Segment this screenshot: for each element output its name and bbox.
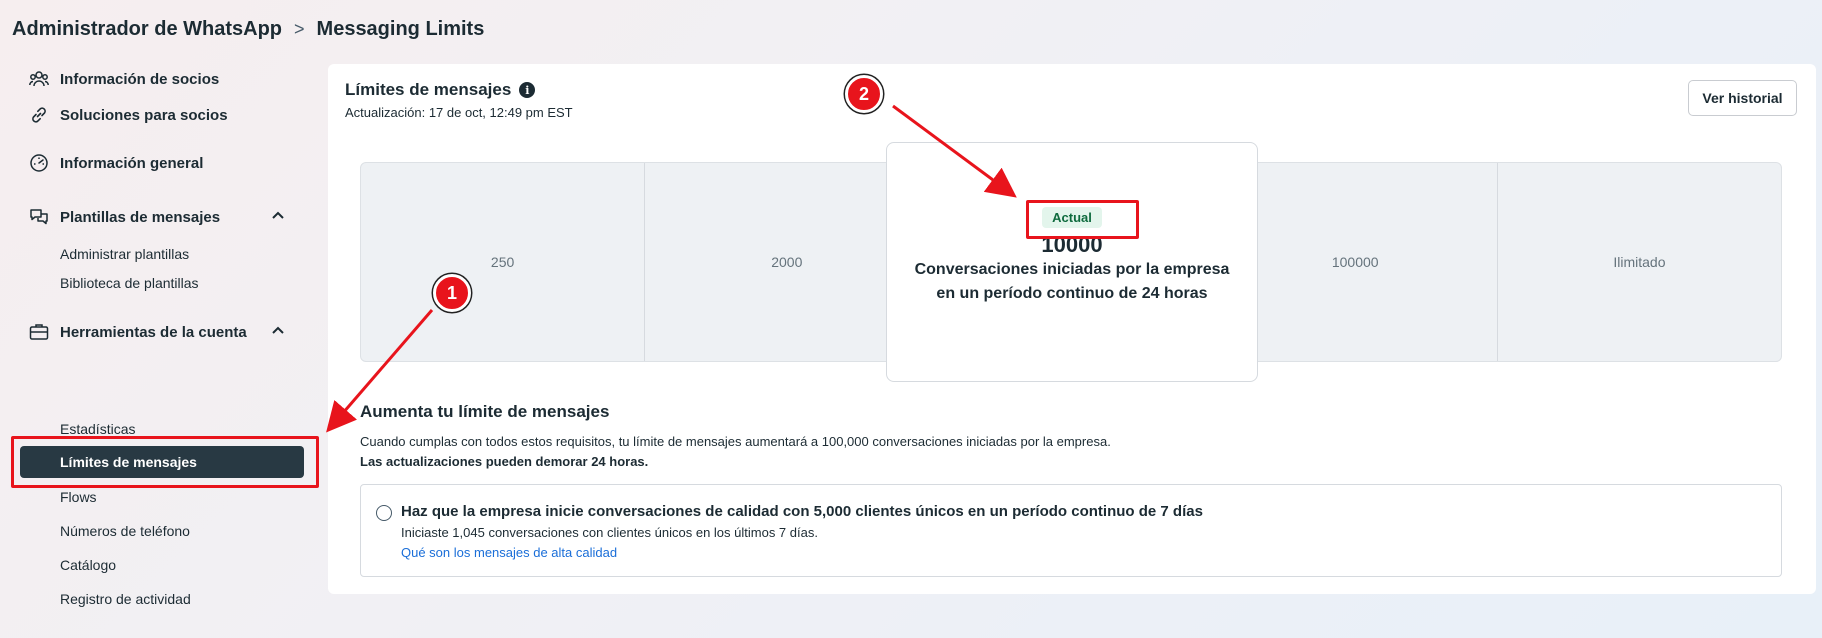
breadcrumb: Administrador de WhatsApp > Messaging Li… xyxy=(12,18,484,41)
sidebar-item-messaging-limits[interactable]: Límites de mensajes xyxy=(20,446,304,478)
info-icon[interactable]: i xyxy=(519,82,536,98)
sidebar-item-statistics[interactable]: Estadísticas xyxy=(60,421,135,437)
sidebar-item-activity-log[interactable]: Registro de actividad xyxy=(60,591,191,607)
high-quality-messages-link[interactable]: Qué son los mensajes de alta calidad xyxy=(401,545,617,560)
people-icon xyxy=(28,68,50,90)
sidebar-item-manage-templates[interactable]: Administrar plantillas xyxy=(60,246,189,262)
sidebar-item-catalog[interactable]: Catálogo xyxy=(60,557,116,573)
last-updated: Actualización: 17 de oct, 12:49 pm EST xyxy=(345,105,573,120)
sidebar-item-account-tools[interactable]: Herramientas de la cuenta xyxy=(28,321,284,343)
chat-bubbles-icon xyxy=(28,206,50,228)
link-icon xyxy=(28,104,50,126)
tier-unlimited: Ilimitado xyxy=(1613,254,1666,270)
current-tier-description: Conversaciones iniciadas por la empresa … xyxy=(914,261,1230,302)
sidebar-item-template-library[interactable]: Biblioteca de plantillas xyxy=(60,275,199,291)
current-tier-card: Actual 10000 Conversaciones iniciadas po… xyxy=(886,142,1258,382)
breadcrumb-current: Messaging Limits xyxy=(316,18,485,40)
chevron-up-icon[interactable] xyxy=(270,208,286,224)
chevron-right-icon: > xyxy=(294,19,305,39)
increase-limit-title: Aumenta tu límite de mensajes xyxy=(360,402,610,421)
annotation-marker-1: 1 xyxy=(433,274,471,312)
chevron-up-icon[interactable] xyxy=(270,323,286,339)
card-title: Límites de mensajes i xyxy=(345,80,536,100)
requirement-status: Iniciaste 1,045 conversaciones con clien… xyxy=(401,525,818,540)
sidebar-item-message-templates[interactable]: Plantillas de mensajes xyxy=(28,206,284,228)
view-history-button[interactable]: Ver historial xyxy=(1688,80,1797,116)
requirement-title: Haz que la empresa inicie conversaciones… xyxy=(401,503,1203,520)
sidebar-item-overview[interactable]: Información general xyxy=(28,152,203,174)
briefcase-icon xyxy=(28,321,50,343)
tier-250: 250 xyxy=(361,163,646,361)
sidebar-item-phone-numbers[interactable]: Números de teléfono xyxy=(60,523,190,539)
gauge-icon xyxy=(28,152,50,174)
sidebar-item-flows[interactable]: Flows xyxy=(60,489,97,505)
increase-limit-description: Cuando cumplas con todos estos requisito… xyxy=(360,434,1111,449)
current-badge: Actual xyxy=(1042,207,1102,228)
current-tier-value: 10000 xyxy=(1041,232,1103,257)
requirement-radio[interactable] xyxy=(376,505,392,521)
sidebar-item-partner-solutions[interactable]: Soluciones para socios xyxy=(28,104,228,126)
messaging-limits-card: Límites de mensajes i Actualización: 17 … xyxy=(328,64,1816,594)
breadcrumb-root[interactable]: Administrador de WhatsApp xyxy=(12,18,282,41)
requirement-item: Haz que la empresa inicie conversaciones… xyxy=(360,484,1782,577)
increase-limit-note: Las actualizaciones pueden demorar 24 ho… xyxy=(360,454,649,469)
annotation-marker-2: 2 xyxy=(845,75,883,113)
sidebar-item-partner-info[interactable]: Información de socios xyxy=(28,68,219,90)
